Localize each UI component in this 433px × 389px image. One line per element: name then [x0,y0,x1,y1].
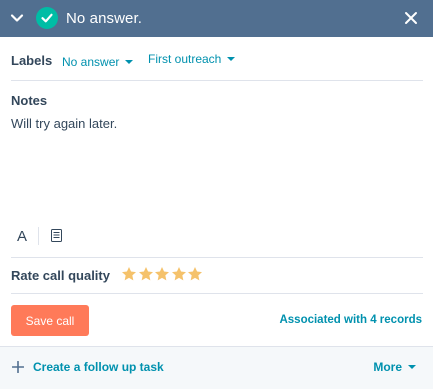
labels-heading: Labels [11,53,53,68]
panel-header: No answer. [0,0,433,37]
chevron-down-icon[interactable] [10,11,24,25]
more-label: More [373,360,402,374]
close-icon[interactable] [403,10,419,26]
panel-footer: Create a follow up task More [0,346,433,389]
panel-title: No answer. [66,10,143,27]
star-icon[interactable] [154,266,170,282]
star-icon[interactable] [187,266,203,282]
star-icon[interactable] [138,266,154,282]
create-follow-up-task-link[interactable]: Create a follow up task [33,360,164,374]
notes-editor[interactable] [11,116,421,216]
star-icon[interactable] [121,266,137,282]
text-format-icon[interactable]: A [17,228,27,245]
call-type-dropdown[interactable]: First outreach [148,52,236,66]
caret-down-icon [408,364,416,369]
divider [11,257,423,258]
call-outcome-dropdown[interactable]: No answer [62,55,134,69]
rate-call-quality-heading: Rate call quality [11,268,110,283]
divider [11,80,423,81]
call-log-panel: No answer. Labels No answer First outrea… [0,0,433,389]
notes-heading: Notes [11,93,48,108]
caret-down-icon [125,59,134,64]
associations-link[interactable]: Associated with 4 records [279,314,422,326]
more-dropdown[interactable]: More [373,360,416,374]
save-call-button[interactable]: Save call [11,305,89,336]
toolbar-divider [38,227,39,245]
divider [11,293,423,294]
call-type-value: First outreach [148,52,222,66]
star-rating[interactable] [121,266,204,282]
snippet-icon[interactable] [50,229,63,242]
check-circle-icon [36,7,58,29]
caret-down-icon [227,56,236,61]
plus-icon[interactable] [11,360,25,374]
labels-row: Labels No answer First outreach [11,52,423,70]
call-outcome-value: No answer [62,55,120,69]
star-icon[interactable] [171,266,187,282]
